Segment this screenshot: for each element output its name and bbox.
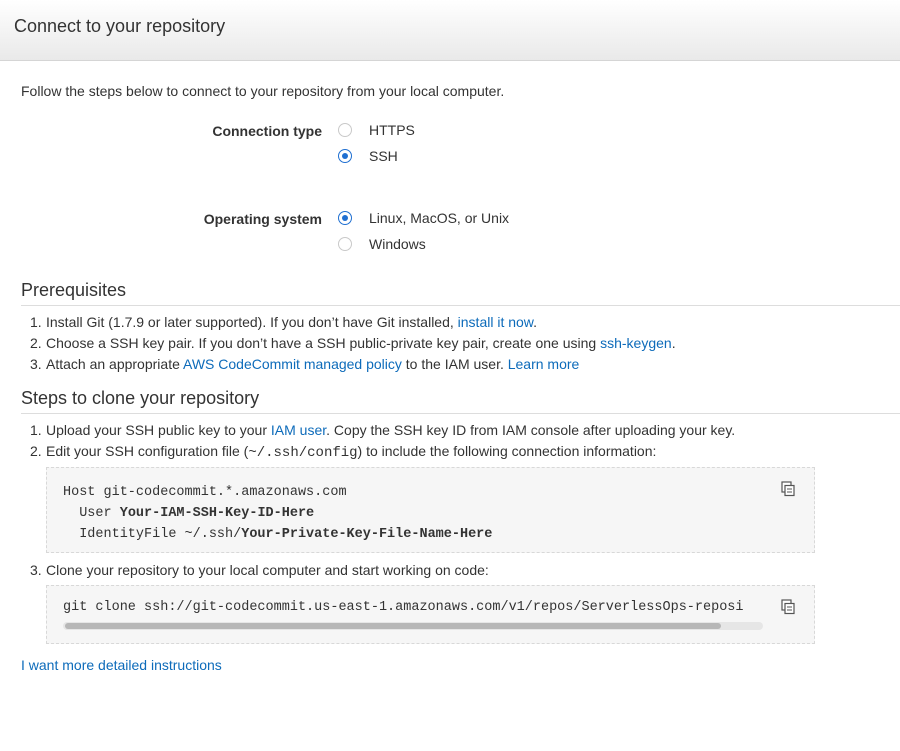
divider [21, 305, 900, 306]
clone-steps-title: Steps to clone your repository [21, 388, 260, 408]
ssh-keygen-link[interactable]: ssh-keygen [600, 335, 672, 351]
prereq-item-3: 3. Attach an appropriate AWS CodeCommit m… [30, 356, 580, 372]
config-path: ~/.ssh/config [248, 445, 358, 461]
page-title: Connect to your repository [14, 16, 226, 36]
learn-more-link[interactable]: Learn more [508, 356, 580, 372]
page-header: Connect to your repository [0, 0, 900, 61]
radio-https-label[interactable]: HTTPS [369, 122, 415, 138]
radio-windows-label[interactable]: Windows [369, 236, 426, 252]
radio-ssh[interactable] [338, 149, 352, 163]
iam-user-link[interactable]: IAM user [271, 422, 326, 438]
clone-step-2: 2. Edit your SSH configuration file (~/.s… [30, 443, 657, 461]
detailed-instructions-link[interactable]: I want more detailed instructions [21, 657, 222, 673]
prereq-item-1: 1. Install Git (1.7.9 or later supported)… [30, 314, 538, 330]
radio-https[interactable] [338, 123, 352, 137]
radio-ssh-label[interactable]: SSH [369, 148, 398, 164]
install-git-link[interactable]: install it now [458, 314, 533, 330]
copy-icon[interactable] [780, 481, 796, 497]
ssh-config-code: Host git-codecommit.*.amazonaws.com User… [63, 485, 493, 542]
clone-step-3: 3. Clone your repository to your local co… [30, 562, 489, 578]
git-clone-command: git clone ssh://git-codecommit.us-east-1… [63, 600, 744, 615]
clone-step-1: 1. Upload your SSH public key to your IAM… [30, 422, 736, 438]
copy-icon[interactable] [780, 599, 796, 615]
prerequisites-title: Prerequisites [21, 280, 127, 300]
scrollbar-thumb[interactable] [65, 623, 721, 629]
git-clone-command-container: git clone ssh://git-codecommit.us-east-1… [63, 600, 763, 615]
operating-system-label: Operating system [203, 211, 322, 227]
horizontal-scrollbar[interactable] [63, 622, 763, 630]
connection-type-label: Connection type [212, 123, 322, 139]
managed-policy-link[interactable]: AWS CodeCommit managed policy [183, 356, 402, 372]
radio-windows[interactable] [338, 237, 352, 251]
git-clone-codeblock[interactable]: git clone ssh://git-codecommit.us-east-1… [46, 585, 815, 644]
intro-text: Follow the steps below to connect to you… [21, 83, 505, 99]
prereq-item-2: 2. Choose a SSH key pair. If you don’t ha… [30, 335, 676, 351]
ssh-config-codeblock[interactable]: Host git-codecommit.*.amazonaws.com User… [46, 467, 815, 553]
radio-linux[interactable] [338, 211, 352, 225]
divider [21, 413, 900, 414]
radio-linux-label[interactable]: Linux, MacOS, or Unix [369, 210, 509, 226]
